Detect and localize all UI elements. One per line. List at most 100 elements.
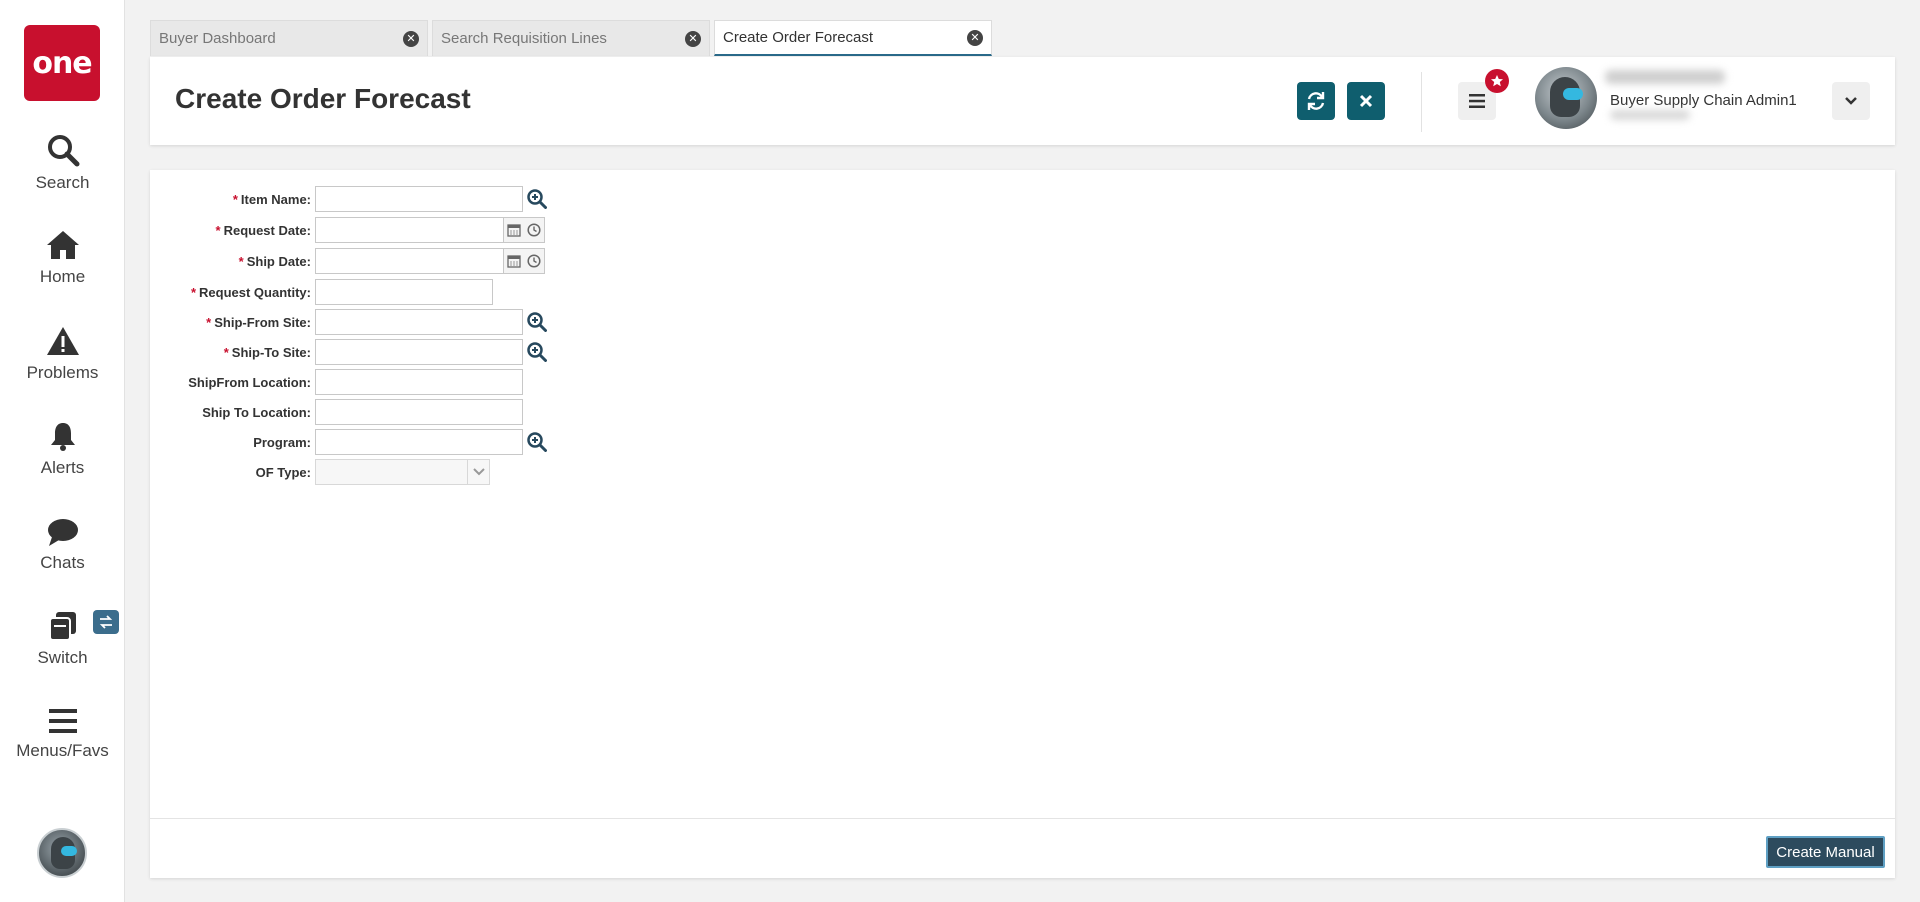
tab-label: Create Order Forecast	[723, 29, 874, 46]
sidebar-item-menus-favs[interactable]: Menus/Favs	[0, 707, 125, 761]
request-date-label: * Request Date:	[215, 222, 311, 238]
home-icon	[46, 231, 79, 259]
user-role: Buyer Supply Chain Admin1	[1610, 92, 1797, 109]
ship-from-site-input[interactable]	[315, 309, 523, 335]
ship-to-site-lookup-icon[interactable]	[526, 341, 548, 363]
sidebar-item-switch[interactable]: Switch	[0, 610, 125, 668]
ship-to-site-input[interactable]	[315, 339, 523, 365]
zoom-in-icon	[527, 189, 547, 209]
sidebar-item-chats[interactable]: Chats	[0, 517, 125, 573]
sidebar-item-home[interactable]: Home	[0, 229, 125, 287]
hamburger-icon	[48, 709, 77, 733]
warning-icon	[46, 327, 79, 355]
sidebar-item-label: Search	[35, 173, 90, 192]
calendar-icon[interactable]	[504, 249, 524, 273]
ship-to-site-label: * Ship-To Site:	[223, 344, 311, 360]
item-name-row: * Item Name:	[150, 186, 548, 212]
request-quantity-row: * Request Quantity:	[150, 279, 493, 305]
page-title: Create Order Forecast	[175, 83, 471, 114]
close-icon[interactable]: ✕	[685, 30, 701, 47]
close-icon	[1359, 94, 1373, 108]
switch-arrows-icon	[93, 610, 119, 634]
program-lookup-icon[interactable]	[526, 431, 548, 453]
close-page-button[interactable]	[1347, 82, 1385, 120]
of-type-label: OF Type:	[255, 464, 311, 480]
ship-date-pickers	[504, 248, 545, 274]
clock-icon[interactable]	[524, 249, 544, 273]
zoom-in-icon	[527, 342, 547, 362]
zoom-in-icon	[527, 312, 547, 332]
user-org-redacted	[1610, 110, 1690, 120]
clock-icon[interactable]	[524, 218, 544, 242]
required-marker: *	[215, 222, 221, 238]
shipfrom-location-input[interactable]	[315, 369, 523, 395]
program-input[interactable]	[315, 429, 523, 455]
sidebar-item-search[interactable]: Search	[0, 133, 125, 193]
program-label: Program:	[253, 434, 311, 450]
avatar[interactable]	[37, 828, 87, 878]
sidebar-item-label: Home	[39, 267, 86, 286]
sidebar-item-alerts[interactable]: Alerts	[0, 420, 125, 478]
sidebar-item-label: Switch	[37, 648, 88, 667]
item-name-label: * Item Name:	[232, 191, 311, 207]
header-divider	[1421, 72, 1422, 132]
ship-date-label: * Ship Date:	[238, 253, 311, 269]
request-date-pickers	[504, 217, 545, 243]
user-name-redacted	[1605, 70, 1725, 84]
footer-divider	[150, 818, 1895, 819]
sidebar-item-label: Chats	[40, 553, 85, 572]
request-quantity-label: * Request Quantity:	[190, 284, 311, 300]
ship-to-location-row: Ship To Location:	[150, 399, 523, 425]
ship-to-site-row: * Ship-To Site:	[150, 339, 548, 365]
tab-search-requisition-lines[interactable]: Search Requisition Lines ✕	[432, 20, 710, 56]
app-logo[interactable]: one	[24, 25, 100, 101]
close-icon[interactable]: ✕	[403, 30, 419, 47]
required-marker: *	[190, 284, 197, 300]
ship-to-location-input[interactable]	[315, 399, 523, 425]
shipfrom-location-label: ShipFrom Location:	[188, 374, 311, 390]
required-marker: *	[223, 344, 229, 360]
user-avatar[interactable]	[1535, 67, 1597, 129]
close-icon[interactable]: ✕	[967, 29, 983, 46]
refresh-icon	[1307, 92, 1325, 110]
user-menu-button[interactable]	[1832, 82, 1870, 120]
request-quantity-input[interactable]	[315, 279, 493, 305]
sidebar-item-problems[interactable]: Problems	[0, 325, 125, 383]
of-type-row: OF Type:	[150, 459, 490, 485]
calendar-icon[interactable]	[504, 218, 524, 242]
page-header: Create Order Forecast Buyer Supply Chain…	[150, 57, 1895, 145]
ship-date-row: * Ship Date:	[150, 248, 545, 274]
sidebar-item-label: Problems	[26, 363, 99, 382]
sidebar-item-label: Alerts	[40, 458, 85, 477]
required-marker: *	[232, 191, 238, 207]
tab-create-order-forecast[interactable]: Create Order Forecast ✕	[714, 20, 992, 56]
item-name-input[interactable]	[315, 186, 523, 212]
ship-from-site-lookup-icon[interactable]	[526, 311, 548, 333]
ship-from-site-label: * Ship-From Site:	[206, 314, 311, 330]
chat-icon	[47, 519, 78, 546]
hamburger-icon	[1469, 94, 1485, 108]
tab-buyer-dashboard[interactable]: Buyer Dashboard ✕	[150, 20, 428, 56]
required-marker: *	[238, 253, 244, 269]
form-panel: * Item Name: * Request Date: * Ship Date: *…	[150, 170, 1895, 878]
ship-from-site-row: * Ship-From Site:	[150, 309, 548, 335]
ship-to-location-label: Ship To Location:	[202, 404, 311, 420]
ship-date-input[interactable]	[315, 248, 504, 274]
create-manual-button[interactable]: Create Manual	[1766, 836, 1885, 868]
request-date-row: * Request Date:	[150, 217, 545, 243]
chevron-down-icon	[1845, 97, 1857, 105]
sidebar: one Search Home Problems Alerts Chats Sw…	[0, 0, 125, 902]
of-type-select[interactable]	[315, 459, 490, 485]
zoom-in-icon	[527, 432, 547, 452]
refresh-button[interactable]	[1297, 82, 1335, 120]
search-icon	[47, 135, 79, 167]
sidebar-item-label: Menus/Favs	[16, 741, 109, 760]
switch-icon	[48, 612, 76, 641]
chevron-down-icon	[467, 460, 489, 484]
shipfrom-location-row: ShipFrom Location:	[150, 369, 523, 395]
tab-bar: Buyer Dashboard ✕ Search Requisition Lin…	[150, 20, 996, 56]
tab-label: Search Requisition Lines	[441, 30, 607, 47]
favorites-star-icon[interactable]	[1485, 69, 1509, 93]
item-name-lookup-icon[interactable]	[526, 188, 548, 210]
request-date-input[interactable]	[315, 217, 504, 243]
